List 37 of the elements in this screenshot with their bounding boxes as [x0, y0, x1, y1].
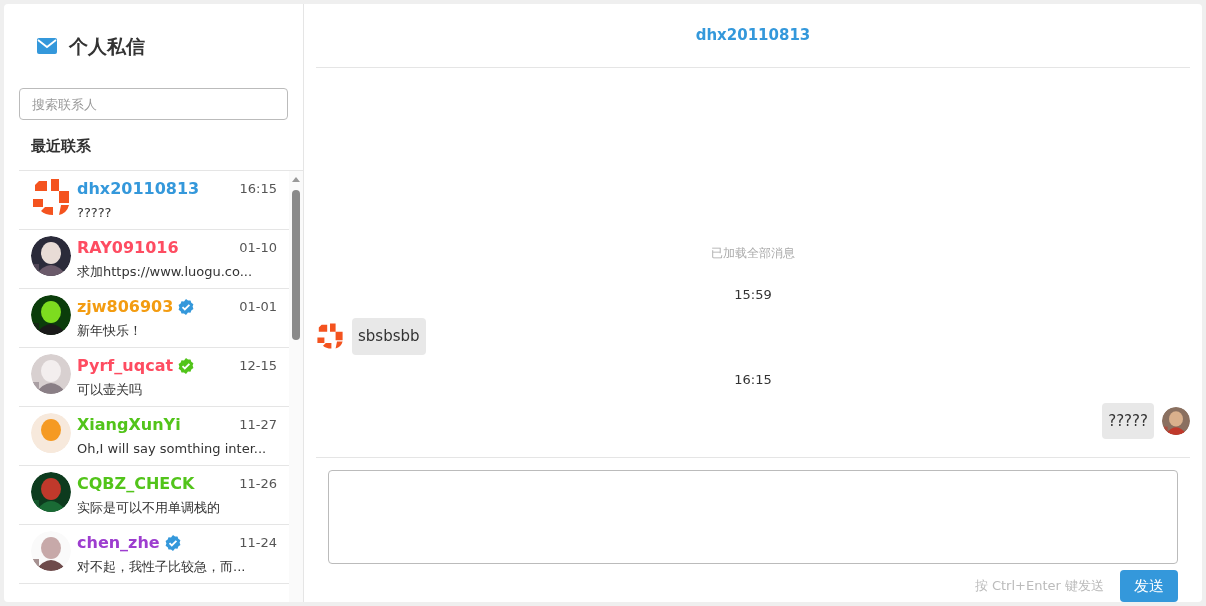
logo-icon	[31, 177, 71, 217]
contact-name: RAY091016	[77, 237, 179, 259]
mail-icon	[37, 38, 57, 54]
contact-time: 01-10	[239, 239, 277, 258]
logo-icon	[316, 322, 344, 351]
contact-name: zjw806903	[77, 296, 174, 318]
message-preview: 实际是可以不用单调栈的	[77, 499, 221, 517]
scrollbar[interactable]	[289, 171, 303, 602]
contact-time: 16:15	[239, 180, 277, 199]
message-input[interactable]	[328, 470, 1178, 564]
contact-name: Pyrf_uqcat	[77, 355, 174, 377]
message-preview: 求加https://www.luogu.co...	[77, 263, 254, 281]
scroll-up-icon[interactable]	[292, 177, 300, 182]
contact-time: 11-27	[239, 416, 277, 435]
contact-time: 01-01	[239, 298, 277, 317]
scrollbar-thumb[interactable]	[292, 190, 300, 340]
contact-time: 12-15	[239, 357, 277, 376]
message-preview: 可以壶关吗	[77, 381, 143, 399]
message-time: 16:15	[734, 371, 772, 387]
contact-name: dhx20110813	[77, 178, 200, 200]
contact-time: 11-24	[239, 534, 277, 553]
message-preview: Oh,I will say somthing inter...	[77, 440, 268, 458]
search-field[interactable]: 搜索联系人	[19, 88, 288, 120]
section-label: 最近联系	[31, 137, 91, 155]
contact-name: XiangXunYi	[77, 414, 181, 436]
send-hint: 按 Ctrl+Enter 键发送	[974, 577, 1104, 596]
panel-title: 个人私信	[69, 33, 145, 59]
message-preview: 新年快乐！	[77, 322, 143, 340]
message-bubble: ?????	[1102, 402, 1154, 439]
message-preview: ?????	[77, 204, 113, 222]
loaded-note: 已加载全部消息	[711, 246, 795, 260]
message-preview: 对不起，我性子比较急，而...	[77, 558, 247, 576]
contact-time: 11-26	[239, 475, 277, 494]
contact-name: CQBZ_CHECK	[77, 473, 195, 495]
message-bubble: sbsbsbb	[352, 318, 426, 355]
contact-name: chen_zhe	[77, 532, 160, 554]
message-time: 15:59	[734, 287, 772, 302]
